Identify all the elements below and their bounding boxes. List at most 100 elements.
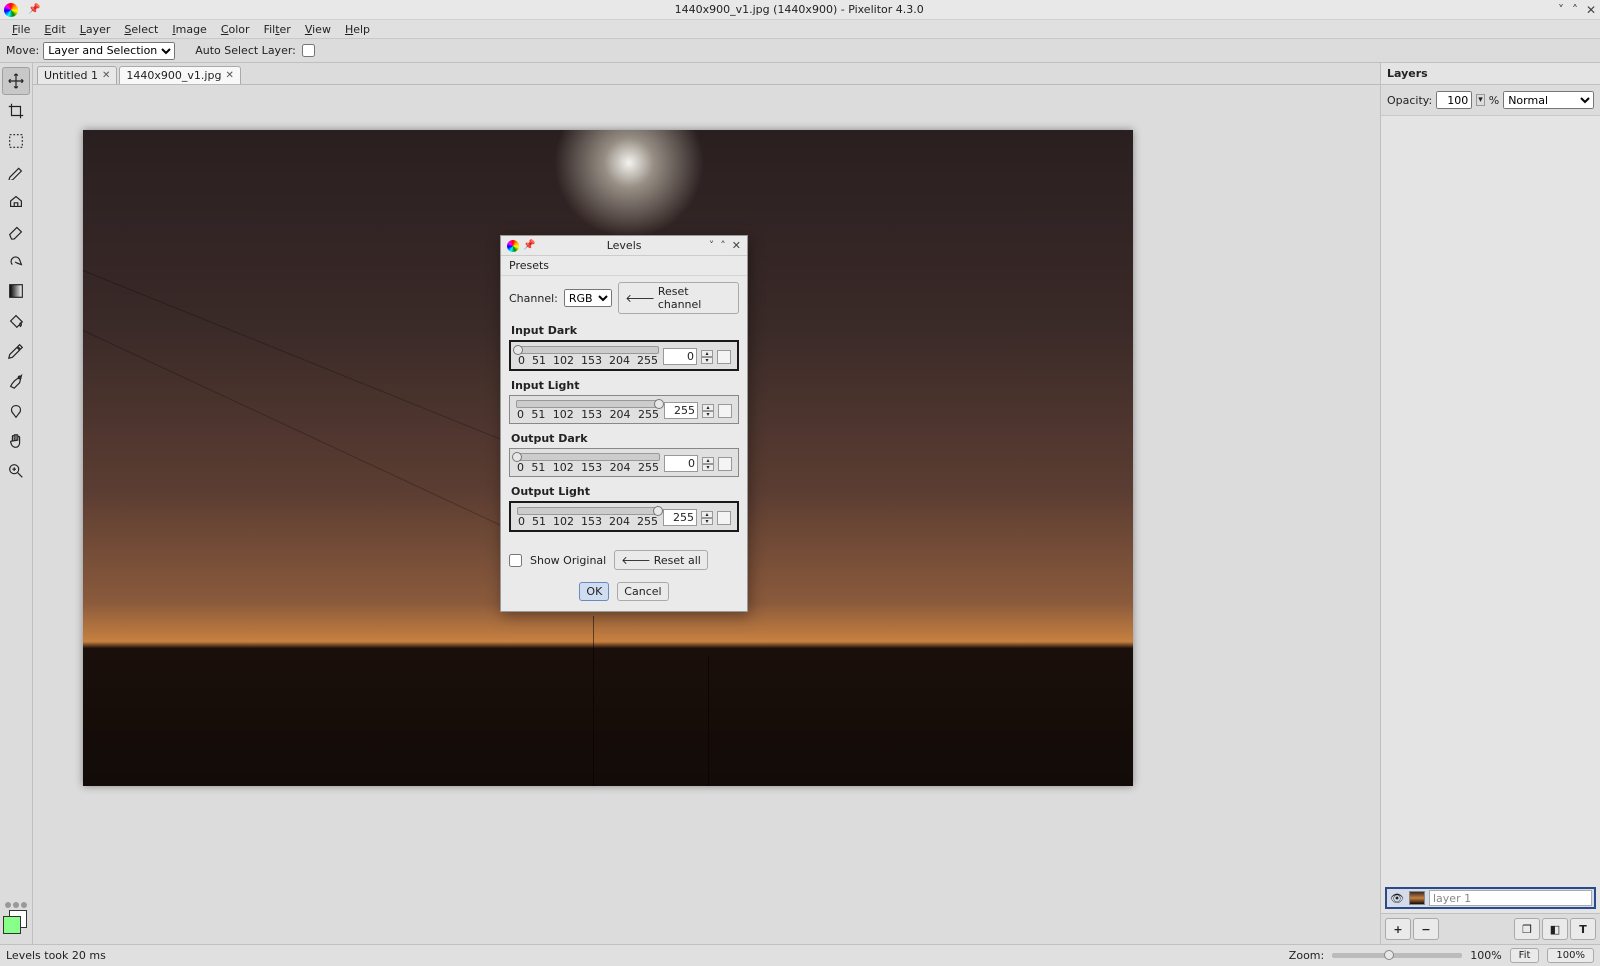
menu-image[interactable]: Image: [166, 21, 212, 38]
blend-mode-select[interactable]: Normal: [1503, 91, 1594, 109]
menu-help[interactable]: Help: [339, 21, 376, 38]
smudge-tool[interactable]: [2, 247, 30, 275]
mask-button[interactable]: ◧: [1542, 918, 1568, 940]
bucket-tool[interactable]: [2, 307, 30, 335]
tab-untitled[interactable]: Untitled 1 ✕: [37, 66, 117, 84]
minimize-button[interactable]: ˅: [1558, 3, 1564, 17]
zoom-fit-button[interactable]: Fit: [1510, 948, 1540, 963]
gradient-tool[interactable]: [2, 277, 30, 305]
opacity-input[interactable]: [1436, 91, 1472, 109]
dialog-minimize-button[interactable]: ˅: [709, 239, 715, 252]
slider-thumb[interactable]: [653, 506, 663, 516]
slider-label: Input Light: [509, 377, 739, 395]
slider-box: 0511021532042550▴▾: [509, 340, 739, 371]
spin-down[interactable]: ▾: [702, 464, 714, 471]
channel-select[interactable]: RGB: [564, 289, 612, 307]
slider-track[interactable]: [516, 400, 660, 408]
clone-tool[interactable]: [2, 187, 30, 215]
slider-track[interactable]: [516, 453, 660, 461]
menu-filter[interactable]: Filter: [258, 21, 297, 38]
menu-file[interactable]: File: [6, 21, 36, 38]
move-tool[interactable]: [2, 67, 30, 95]
dialog-maximize-button[interactable]: ˄: [720, 239, 726, 252]
spin-down[interactable]: ▾: [702, 411, 714, 418]
zoom-100-button[interactable]: 100%: [1547, 948, 1594, 963]
status-text: Levels took 20 ms: [6, 949, 106, 962]
slider-value-input[interactable]: 0: [663, 348, 697, 365]
pin-icon[interactable]: 📌: [523, 240, 535, 251]
lock-checkbox[interactable]: [718, 404, 732, 418]
show-original-label: Show Original: [530, 554, 606, 567]
fg-color-swatch[interactable]: [3, 916, 21, 934]
show-original-checkbox[interactable]: [509, 554, 522, 567]
menu-select[interactable]: Select: [118, 21, 164, 38]
picker-tool[interactable]: [2, 337, 30, 365]
duplicate-layer-button[interactable]: ❐: [1514, 918, 1540, 940]
maximize-button[interactable]: ˄: [1572, 3, 1578, 17]
lock-checkbox[interactable]: [718, 457, 732, 471]
menu-view[interactable]: View: [299, 21, 337, 38]
move-mode-select[interactable]: Layer and Selection: [43, 42, 175, 60]
lock-checkbox[interactable]: [717, 511, 731, 525]
spin-up[interactable]: ▴: [702, 404, 714, 411]
toolbox: [0, 63, 33, 944]
reset-channel-button[interactable]: 🡐 Reset channel: [618, 282, 739, 314]
opacity-dropdown-button[interactable]: ▾: [1476, 94, 1485, 106]
menu-color[interactable]: Color: [215, 21, 256, 38]
zoom-tool[interactable]: [2, 457, 30, 485]
image-content: [688, 656, 728, 786]
close-icon[interactable]: ✕: [225, 70, 233, 81]
layers-header: Layers: [1381, 63, 1600, 85]
pin-icon[interactable]: 📌: [28, 4, 40, 15]
slider-track[interactable]: [517, 507, 659, 515]
status-bar: Levels took 20 ms Zoom: 100% Fit 100%: [0, 944, 1600, 966]
add-layer-button[interactable]: +: [1385, 918, 1411, 940]
tab-image[interactable]: 1440x900_v1.jpg ✕: [119, 66, 240, 84]
zoom-slider[interactable]: [1332, 953, 1462, 958]
spin-up[interactable]: ▴: [701, 511, 713, 518]
layer-name-field[interactable]: layer 1: [1429, 890, 1592, 906]
menu-edit[interactable]: Edit: [38, 21, 71, 38]
slider-value-input[interactable]: 255: [663, 509, 697, 526]
spin-down[interactable]: ▾: [701, 357, 713, 364]
channel-label: Channel:: [509, 292, 558, 305]
text-layer-button[interactable]: T: [1570, 918, 1596, 940]
lock-checkbox[interactable]: [717, 350, 731, 364]
shapes-tool[interactable]: [2, 397, 30, 425]
spin-up[interactable]: ▴: [701, 350, 713, 357]
hand-tool[interactable]: [2, 427, 30, 455]
dialog-titlebar[interactable]: 📌 Levels ˅ ˄ ✕: [501, 236, 747, 256]
slider-thumb[interactable]: [654, 399, 664, 409]
visibility-icon[interactable]: 👁: [1389, 890, 1405, 906]
delete-layer-button[interactable]: −: [1413, 918, 1439, 940]
crop-tool[interactable]: [2, 97, 30, 125]
auto-select-checkbox[interactable]: [302, 44, 315, 57]
ok-button[interactable]: OK: [579, 582, 609, 601]
cancel-button[interactable]: Cancel: [617, 582, 668, 601]
slider-value-input[interactable]: 255: [664, 402, 698, 419]
slider-value-input[interactable]: 0: [664, 455, 698, 472]
app-icon: [507, 240, 519, 252]
brush-tool[interactable]: [2, 157, 30, 185]
spin-up[interactable]: ▴: [702, 457, 714, 464]
menubar: File Edit Layer Select Image Color Filte…: [0, 20, 1600, 39]
color-swatches[interactable]: [3, 910, 29, 936]
slider-thumb[interactable]: [513, 345, 523, 355]
slider-thumb[interactable]: [512, 452, 522, 462]
pen-tool[interactable]: [2, 367, 30, 395]
auto-select-label: Auto Select Layer:: [195, 44, 296, 57]
close-button[interactable]: ✕: [1586, 3, 1596, 17]
spin-down[interactable]: ▾: [701, 518, 713, 525]
dialog-close-button[interactable]: ✕: [732, 239, 741, 252]
tool-options-bar: Move: Layer and Selection Auto Select La…: [0, 39, 1600, 63]
layer-list[interactable]: 👁 layer 1: [1381, 116, 1600, 913]
menu-layer[interactable]: Layer: [74, 21, 117, 38]
layers-panel: Layers Opacity: ▾ % Normal 👁 layer 1 + −…: [1380, 63, 1600, 944]
presets-menu[interactable]: Presets: [501, 256, 747, 276]
rect-select-tool[interactable]: [2, 127, 30, 155]
eraser-tool[interactable]: [2, 217, 30, 245]
slider-track[interactable]: [517, 346, 659, 354]
layer-item[interactable]: 👁 layer 1: [1385, 887, 1596, 909]
reset-all-button[interactable]: 🡐 Reset all: [614, 550, 708, 570]
close-icon[interactable]: ✕: [102, 70, 110, 81]
